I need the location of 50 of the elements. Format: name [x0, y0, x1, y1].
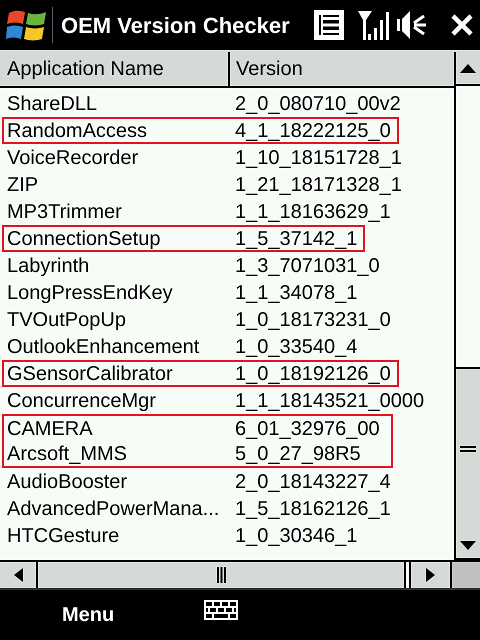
keyboard-icon[interactable] — [204, 600, 238, 620]
down-arrow-icon — [460, 540, 476, 550]
list-icon[interactable] — [312, 8, 346, 42]
table-cell-text: ZIP — [7, 172, 40, 198]
table-cell-text: ConcurrenceMgr — [7, 388, 157, 414]
scrollbar-corner — [452, 562, 480, 588]
column-header[interactable]: Version — [230, 52, 454, 86]
table-cell-text: 1_0_18173231_0 — [235, 308, 391, 332]
table-cell-text: 1_0_18192126_0 — [235, 362, 391, 386]
table-cell-text: 1_0_30346_1 — [235, 524, 358, 548]
menu-softkey[interactable]: Menu — [62, 600, 114, 630]
table-cell-text: ConnectionSetup — [7, 226, 162, 252]
table-cell-text: 1_1_34078_1 — [235, 280, 358, 306]
table-cell-text: 1_21_18171328_1 — [235, 172, 402, 198]
table-cell-text: HTCGesture — [7, 524, 120, 548]
table-cell-text: AdvancedPowerMana... — [7, 496, 220, 522]
table-cell-text: 6_01_32976_00 — [235, 416, 381, 442]
table-cell-text: 1_3_7071031_0 — [235, 254, 380, 278]
table-cell-text: TVOutPopUp — [7, 308, 127, 332]
table-cell-text: GSensorCalibrator — [7, 362, 174, 386]
table-cell-text: MP3Trimmer — [7, 200, 123, 224]
table-cell-text: Arcsoft_MMS — [7, 442, 128, 466]
grip-icon — [460, 446, 476, 455]
left-arrow-icon — [14, 568, 22, 582]
right-arrow-icon — [426, 568, 435, 582]
table-cell-text: CAMERA — [7, 416, 94, 442]
up-arrow-icon — [460, 64, 476, 72]
table-cell-text: 2_0_080710_00v2 — [235, 92, 401, 116]
table-cell-text: 1_0_33540_4 — [235, 334, 358, 360]
table-cell-text: 1_1_18143521_0000 — [235, 388, 424, 414]
table-cell-text: OutlookEnhancement — [7, 334, 200, 360]
table-cell-text: 5_0_27_98R5 — [235, 442, 362, 466]
signal-icon[interactable] — [356, 8, 390, 42]
table-cell-text: VoiceRecorder — [7, 146, 140, 170]
table-cell-text: ShareDLL — [7, 92, 98, 116]
table-cell-text: 1_5_37142_1 — [235, 226, 358, 252]
table-cell-text: 4_1_18222125_0 — [235, 118, 391, 144]
table-cell-text: 1_10_18151728_1 — [235, 146, 402, 170]
window-title: OEM Version Checker — [61, 12, 290, 40]
scroll-track[interactable] — [406, 562, 411, 588]
table-cell-text: 1_5_18162126_1 — [235, 496, 391, 522]
table-cell-text: Labyrinth — [7, 254, 90, 278]
table-cell-text: AudioBooster — [7, 470, 128, 494]
table-cell-text: RandomAccess — [7, 118, 148, 144]
close-icon[interactable] — [450, 13, 474, 37]
table-cell-text: 2_0_18143227_4 — [235, 470, 391, 494]
grip-icon — [216, 567, 226, 583]
table-cell-text: 1_1_18163629_1 — [235, 200, 391, 224]
table-cell-text: LongPressEndKey — [7, 280, 174, 306]
column-header[interactable]: Application Name — [0, 52, 228, 86]
